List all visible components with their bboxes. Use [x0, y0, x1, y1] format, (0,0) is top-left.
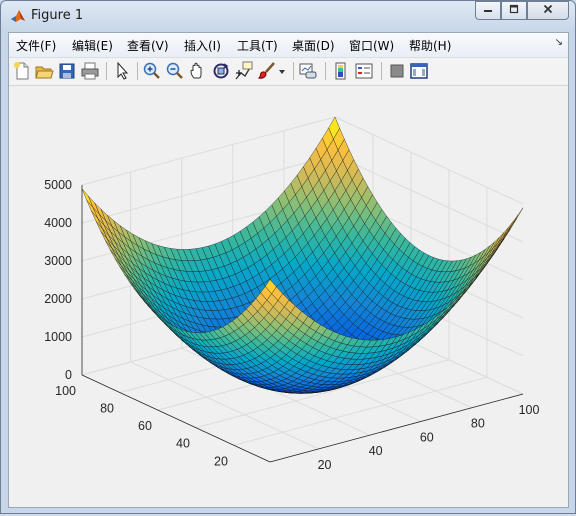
surface-mesh — [82, 117, 523, 393]
figure-client-area: 文件(F) 编辑(E) 查看(V) 插入(I) 工具(T) 桌面(D) 窗口(W… — [8, 32, 569, 508]
z-tick-label: 4000 — [44, 216, 72, 230]
z-tick-label: 2000 — [44, 292, 72, 306]
y-tick-label: 80 — [100, 402, 114, 416]
surface-plot[interactable]: 0 1000 2000 3000 4000 5000 20 40 60 80 100 20 40 60 80… — [2, 2, 576, 516]
y-tick-label: 40 — [176, 437, 190, 451]
x-tick-label: 40 — [369, 444, 383, 458]
grid-line — [82, 117, 335, 185]
z-tick-label: 1000 — [44, 330, 72, 344]
x-tick-label: 80 — [471, 417, 485, 431]
x-tick-label: 20 — [318, 458, 332, 472]
z-tick-label: 5000 — [44, 178, 72, 192]
y-tick-label: 100 — [55, 384, 76, 398]
y-tick-label: 20 — [214, 454, 228, 468]
x-tick-label: 60 — [420, 430, 434, 444]
z-tick-label: 0 — [65, 368, 72, 382]
z-tick-label: 3000 — [44, 254, 72, 268]
figure-window: Figure 1 文件(F) 编辑(E) 查看(V) — [0, 0, 576, 514]
surface-patch — [82, 189, 93, 208]
x-tick-label: 100 — [519, 403, 540, 417]
plot-area: 0 1000 2000 3000 4000 5000 20 40 60 80 100 20 40 60 80… — [9, 86, 568, 507]
x-axis-line — [270, 394, 523, 462]
y-tick-label: 60 — [138, 419, 152, 433]
